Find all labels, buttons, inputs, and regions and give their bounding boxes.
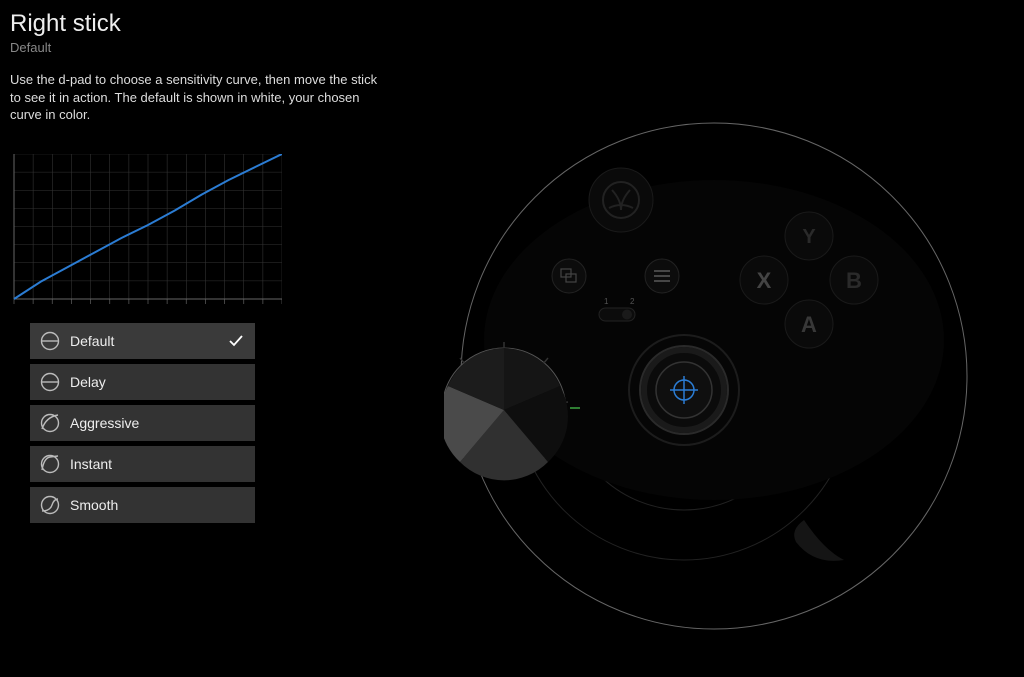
curve-option-aggressive[interactable]: Aggressive <box>30 405 255 441</box>
svg-text:1: 1 <box>604 297 609 306</box>
curve-options-list: Default Delay Aggressive Instant Smooth <box>30 323 255 523</box>
svg-text:X: X <box>757 268 772 293</box>
curve-option-label: Default <box>70 333 227 349</box>
curve-option-label: Delay <box>70 374 245 390</box>
b-button-icon: B <box>830 256 878 304</box>
menu-button-icon <box>645 259 679 293</box>
svg-text:B: B <box>846 268 862 293</box>
right-thumbstick-icon <box>629 335 739 445</box>
svg-text:2: 2 <box>630 297 635 306</box>
curve-option-label: Smooth <box>70 497 245 513</box>
curve-delay-icon <box>40 372 60 392</box>
page-title: Right stick <box>10 10 1014 38</box>
current-curve-subtitle: Default <box>10 40 1014 55</box>
instructions-text: Use the d-pad to choose a sensitivity cu… <box>10 71 390 124</box>
curve-aggressive-icon <box>40 413 60 433</box>
a-button-icon: A <box>785 300 833 348</box>
curve-option-smooth[interactable]: Smooth <box>30 487 255 523</box>
curve-smooth-icon <box>40 495 60 515</box>
curve-default-icon <box>40 331 60 351</box>
sensitivity-curve-chart <box>10 154 282 309</box>
curve-option-default[interactable]: Default <box>30 323 255 359</box>
svg-text:Y: Y <box>802 226 816 248</box>
checkmark-icon <box>227 332 245 350</box>
y-button-icon: Y <box>785 212 833 260</box>
xbox-guide-button-icon <box>589 168 653 232</box>
curve-option-instant[interactable]: Instant <box>30 446 255 482</box>
curve-option-label: Aggressive <box>70 415 245 431</box>
curve-instant-icon <box>40 454 60 474</box>
x-button-icon: X <box>740 256 788 304</box>
grip-highlight-icon <box>794 520 844 561</box>
curve-option-delay[interactable]: Delay <box>30 364 255 400</box>
controller-visualization: 1 2 Y X B A <box>444 90 984 630</box>
curve-option-label: Instant <box>70 456 245 472</box>
view-button-icon <box>552 259 586 293</box>
svg-text:A: A <box>801 312 817 337</box>
